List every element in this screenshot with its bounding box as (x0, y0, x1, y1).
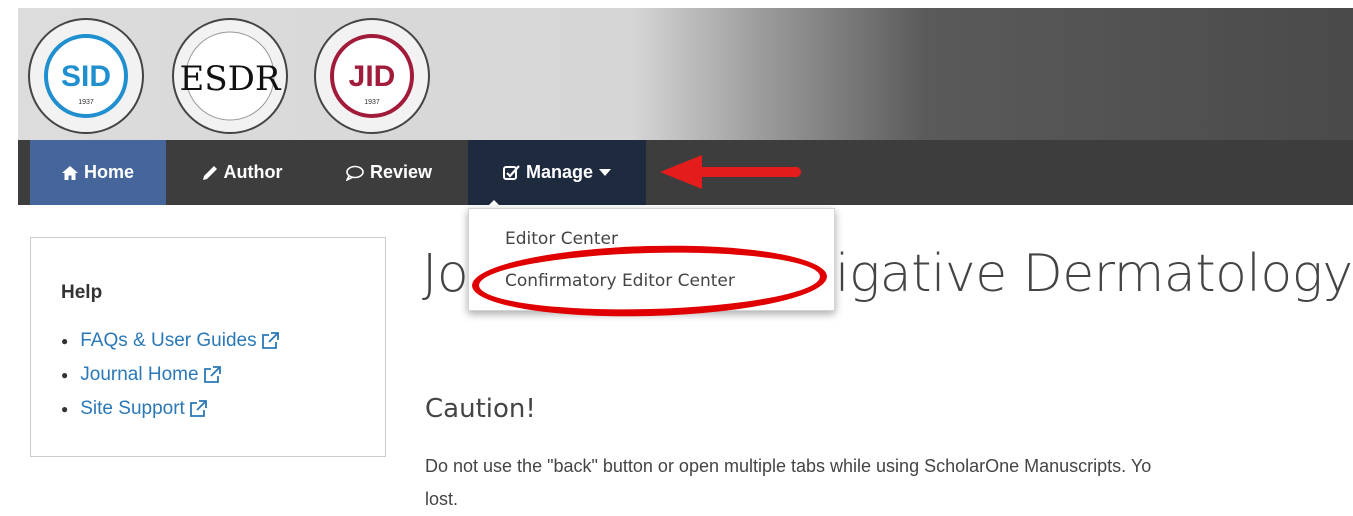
external-link-icon (203, 366, 221, 383)
nav-home-label: Home (83, 162, 134, 182)
external-link-icon (189, 400, 207, 417)
caution-line-2: lost. (425, 489, 459, 509)
caution-line-1: Do not use the "back" button or open mul… (425, 456, 1152, 476)
pencil-icon (202, 165, 217, 180)
help-link-item: ● Journal Home (61, 358, 279, 392)
bullet-icon: ● (61, 402, 69, 416)
jid-logo-text: JID (349, 60, 396, 93)
nav-author[interactable]: Author (170, 140, 314, 205)
help-title: Help (61, 282, 103, 303)
esdr-logo: ESDR (172, 18, 288, 134)
nav-manage[interactable]: Manage (468, 140, 646, 205)
journal-home-link[interactable]: Journal Home (80, 364, 198, 386)
nav-manage-label: Manage (525, 162, 594, 182)
red-arrow-annotation (660, 155, 801, 189)
caution-message: Do not use the "back" button or open mul… (425, 450, 1353, 516)
header-banner: SID 1937 ESDR JID 1937 (18, 8, 1353, 140)
esdr-logo-text: ESDR (180, 59, 282, 99)
sid-logo-text: SID (61, 60, 111, 93)
nav-review-label: Review (369, 162, 433, 182)
jid-logo: JID 1937 (314, 18, 430, 134)
jid-logo-year: 1937 (364, 99, 380, 106)
help-links: ● FAQs & User Guides ● Journal Home ● Si… (61, 324, 279, 426)
dropdown-caret (486, 200, 502, 208)
sid-logo-year: 1937 (78, 99, 94, 106)
external-link-icon (261, 332, 279, 349)
home-icon (61, 165, 78, 180)
help-panel: Help ● FAQs & User Guides ● Journal Home… (30, 237, 386, 457)
menu-item-editor-center-overlay[interactable]: Editor Center (505, 229, 618, 249)
caution-heading: Caution! (425, 394, 536, 424)
caret-down-icon (599, 168, 612, 176)
nav-home[interactable]: Home (30, 140, 166, 205)
faqs-link[interactable]: FAQs & User Guides (80, 330, 256, 352)
sid-logo: SID 1937 (28, 18, 144, 134)
bullet-icon: ● (61, 334, 69, 348)
nav-review[interactable]: Review (314, 140, 464, 205)
nav-author-label: Author (223, 162, 283, 182)
checkbox-icon (502, 164, 520, 180)
help-link-item: ● FAQs & User Guides (61, 324, 279, 358)
help-link-item: ● Site Support (61, 392, 279, 426)
bullet-icon: ● (61, 368, 69, 382)
site-support-link[interactable]: Site Support (80, 398, 185, 420)
speech-bubble-icon (345, 165, 364, 181)
